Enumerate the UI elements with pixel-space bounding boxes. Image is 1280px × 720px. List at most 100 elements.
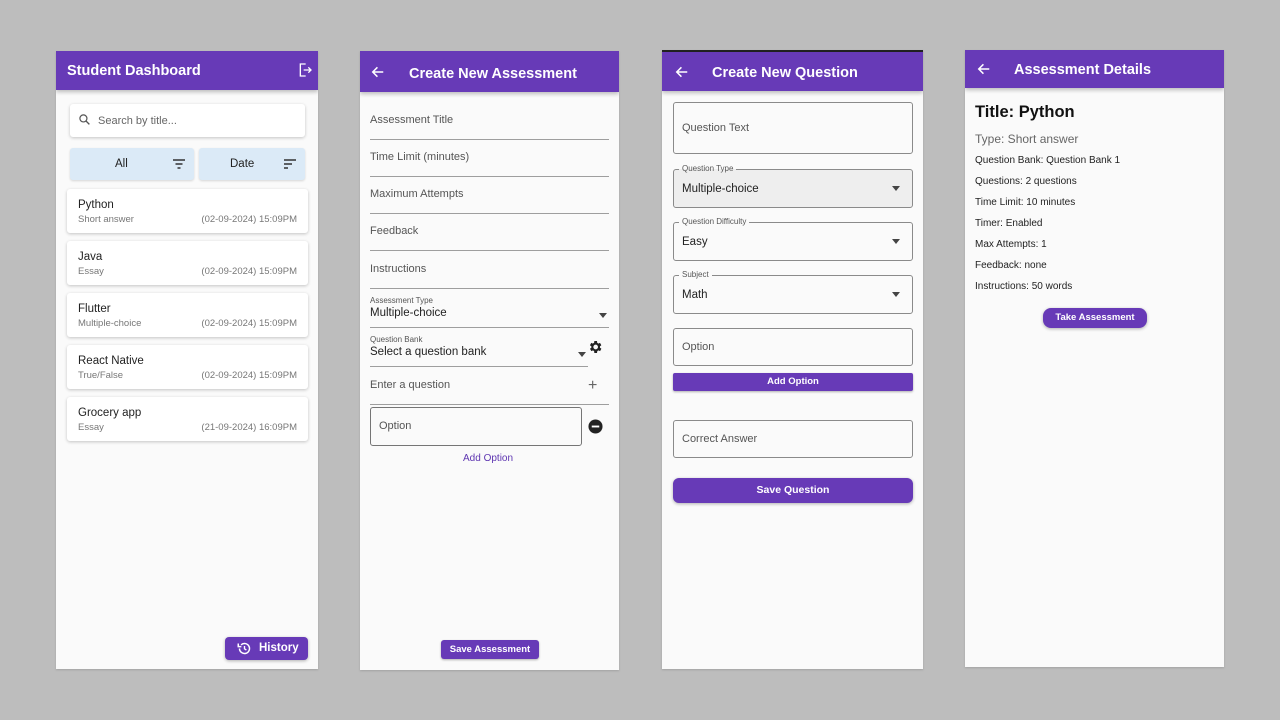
app-bar: Assessment Details bbox=[965, 50, 1224, 88]
card-date: (02-09-2024) 15:09PM bbox=[201, 318, 297, 329]
card-date: (21-09-2024) 16:09PM bbox=[201, 422, 297, 433]
field-label: Assessment Type bbox=[370, 296, 433, 305]
question-type-select[interactable]: Question Type Multiple-choice bbox=[673, 164, 913, 208]
field-value: Multiple-choice bbox=[682, 183, 759, 195]
assessment-type: Type: Short answer bbox=[975, 132, 1079, 146]
create-question-screen: Create New Question Question Text Questi… bbox=[662, 50, 923, 669]
detail-questions: Questions: 2 questions bbox=[975, 176, 1077, 187]
field-label: Question Bank bbox=[370, 335, 423, 344]
save-question-button[interactable]: Save Question bbox=[673, 478, 913, 503]
page-title: Assessment Details bbox=[1014, 62, 1152, 78]
field-value: Math bbox=[682, 289, 708, 301]
assessment-card[interactable]: React Native True/False (02-09-2024) 15:… bbox=[67, 345, 308, 389]
card-title: Grocery app bbox=[78, 407, 142, 419]
field-placeholder: Question Text bbox=[682, 122, 750, 134]
history-button[interactable]: History bbox=[225, 637, 308, 660]
correct-answer-field[interactable]: Correct Answer bbox=[673, 420, 913, 458]
field-placeholder: Feedback bbox=[370, 225, 419, 237]
card-title: Flutter bbox=[78, 303, 111, 315]
app-bar: Create New Question bbox=[662, 52, 923, 91]
filter-date-label: Date bbox=[230, 158, 255, 170]
card-title: Python bbox=[78, 199, 114, 211]
field-placeholder: Enter a question bbox=[370, 379, 451, 391]
app-bar: Student Dashboard bbox=[56, 51, 318, 90]
add-option-button[interactable]: Add Option bbox=[673, 373, 913, 391]
feedback-field[interactable]: Feedback bbox=[370, 222, 609, 251]
option-field[interactable]: Option bbox=[673, 328, 913, 366]
history-icon bbox=[237, 641, 252, 656]
field-label: Subject bbox=[679, 270, 712, 280]
detail-instructions: Instructions: 50 words bbox=[975, 281, 1073, 292]
question-bank-select[interactable]: Question Bank Select a question bank bbox=[370, 335, 588, 367]
page-title: Create New Question bbox=[712, 65, 858, 81]
filter-date-button[interactable]: Date bbox=[199, 148, 305, 180]
detail-question-bank: Question Bank: Question Bank 1 bbox=[975, 155, 1121, 166]
detail-feedback: Feedback: none bbox=[975, 260, 1047, 271]
dropdown-arrow-icon bbox=[599, 313, 607, 318]
filter-icon bbox=[172, 158, 186, 170]
card-date: (02-09-2024) 15:09PM bbox=[201, 266, 297, 277]
assessment-card[interactable]: Java Essay (02-09-2024) 15:09PM bbox=[67, 241, 308, 285]
question-field[interactable]: Enter a question bbox=[370, 373, 609, 405]
add-question-icon[interactable]: + bbox=[588, 378, 597, 394]
option-field[interactable]: Option bbox=[370, 407, 582, 446]
dropdown-arrow-icon bbox=[892, 239, 900, 244]
card-title: Java bbox=[78, 251, 103, 263]
card-type: Short answer bbox=[78, 214, 134, 225]
card-type: True/False bbox=[78, 370, 124, 381]
field-label: Question Difficulty bbox=[679, 217, 750, 227]
question-difficulty-select[interactable]: Question Difficulty Easy bbox=[673, 217, 913, 261]
card-date: (02-09-2024) 15:09PM bbox=[201, 214, 297, 225]
search-placeholder: Search by title... bbox=[98, 115, 177, 127]
instructions-field[interactable]: Instructions bbox=[370, 259, 609, 289]
field-value: Multiple-choice bbox=[370, 307, 447, 319]
assessment-type-select[interactable]: Assessment Type Multiple-choice bbox=[370, 296, 609, 328]
history-label: History bbox=[259, 642, 299, 654]
add-option-button[interactable]: Add Option bbox=[463, 453, 513, 464]
field-placeholder: Instructions bbox=[370, 263, 427, 275]
field-placeholder: Option bbox=[682, 341, 715, 353]
detail-timer: Timer: Enabled bbox=[975, 218, 1043, 229]
remove-option-icon[interactable] bbox=[588, 419, 603, 434]
detail-max-attempts: Max Attempts: 1 bbox=[975, 239, 1047, 250]
sort-icon bbox=[283, 158, 297, 170]
assessment-card[interactable]: Grocery app Essay (21-09-2024) 16:09PM bbox=[67, 397, 308, 441]
filter-all-label: All bbox=[115, 158, 128, 170]
assessment-card[interactable]: Python Short answer (02-09-2024) 15:09PM bbox=[67, 189, 308, 233]
create-assessment-screen: Create New Assessment Assessment Title T… bbox=[360, 51, 619, 670]
back-arrow-icon[interactable] bbox=[977, 62, 991, 76]
field-placeholder: Maximum Attempts bbox=[370, 188, 464, 200]
time-limit-field[interactable]: Time Limit (minutes) bbox=[370, 148, 609, 177]
card-type: Essay bbox=[78, 422, 104, 433]
assessment-card[interactable]: Flutter Multiple-choice (02-09-2024) 15:… bbox=[67, 293, 308, 337]
dropdown-arrow-icon bbox=[892, 186, 900, 191]
max-attempts-field[interactable]: Maximum Attempts bbox=[370, 185, 609, 214]
field-placeholder: Assessment Title bbox=[370, 114, 454, 126]
filter-all-button[interactable]: All bbox=[70, 148, 194, 180]
app-bar: Create New Assessment bbox=[360, 51, 619, 92]
search-input[interactable]: Search by title... bbox=[70, 104, 305, 137]
back-arrow-icon[interactable] bbox=[371, 65, 385, 79]
detail-time-limit: Time Limit: 10 minutes bbox=[975, 197, 1076, 208]
search-icon bbox=[78, 113, 91, 126]
student-dashboard-screen: Student Dashboard Search by title... All… bbox=[56, 51, 318, 669]
card-date: (02-09-2024) 15:09PM bbox=[201, 370, 297, 381]
save-assessment-button[interactable]: Save Assessment bbox=[441, 640, 539, 659]
gear-icon[interactable] bbox=[587, 339, 603, 355]
field-placeholder: Option bbox=[379, 420, 412, 432]
field-value: Select a question bank bbox=[370, 346, 487, 358]
subject-select[interactable]: Subject Math bbox=[673, 270, 913, 314]
question-text-field[interactable]: Question Text bbox=[673, 102, 913, 154]
card-type: Essay bbox=[78, 266, 104, 277]
field-placeholder: Time Limit (minutes) bbox=[370, 151, 470, 163]
field-value: Easy bbox=[682, 236, 708, 248]
card-type: Multiple-choice bbox=[78, 318, 142, 329]
take-assessment-button[interactable]: Take Assessment bbox=[1043, 308, 1147, 328]
field-label: Question Type bbox=[679, 164, 737, 174]
logout-icon[interactable] bbox=[297, 62, 313, 78]
card-title: React Native bbox=[78, 355, 144, 367]
dropdown-arrow-icon bbox=[578, 352, 586, 357]
back-arrow-icon[interactable] bbox=[675, 65, 689, 79]
assessment-title-field[interactable]: Assessment Title bbox=[370, 111, 609, 140]
page-title: Student Dashboard bbox=[67, 63, 201, 79]
